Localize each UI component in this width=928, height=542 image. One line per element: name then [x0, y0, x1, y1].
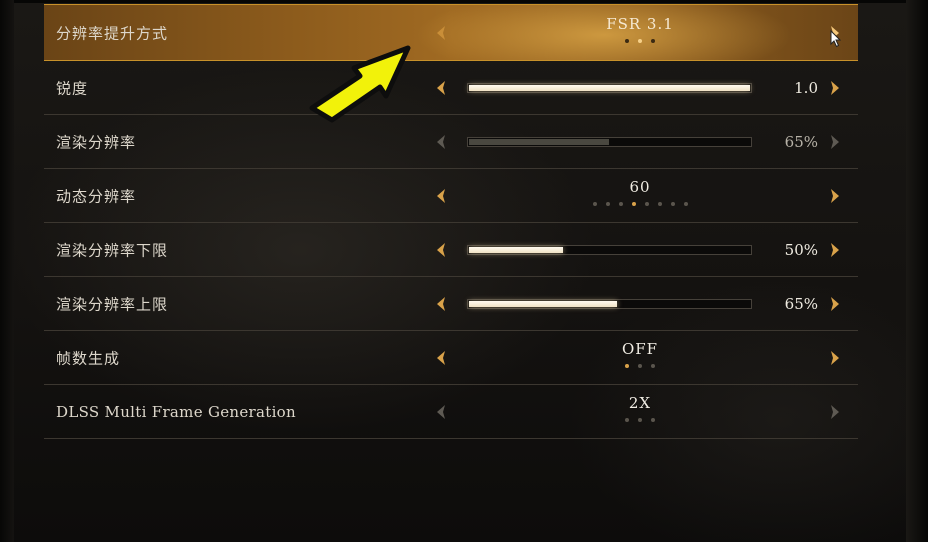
chevron-left-icon[interactable] [434, 241, 448, 259]
option-dot [625, 39, 629, 43]
graphics-settings-screen: 分辨率提升方式 FSR 3.1 锐度 1.0 渲染分辨率 65% 动态分辨率 6… [0, 0, 928, 542]
setting-row-render-resolution: 渲染分辨率 65% [44, 115, 858, 169]
chevron-right-icon [828, 133, 842, 151]
setting-value: 1.0 [794, 78, 818, 97]
option-dot [605, 202, 610, 206]
option-dot [638, 364, 642, 368]
setting-row-upscaling-method[interactable]: 分辨率提升方式 FSR 3.1 [44, 4, 858, 61]
option-dot [625, 418, 629, 422]
setting-value: 65% [784, 132, 818, 151]
chevron-right-icon[interactable] [828, 79, 842, 97]
slider-fill [469, 138, 609, 145]
render-resolution-max-slider[interactable] [467, 298, 752, 309]
setting-row-render-resolution-max[interactable]: 渲染分辨率上限 65% [44, 277, 858, 331]
setting-value: 2X [628, 394, 652, 412]
option-dot [644, 202, 649, 206]
chevron-left-icon [434, 403, 448, 421]
chevron-right-icon[interactable] [828, 295, 842, 313]
sharpness-slider[interactable] [467, 82, 752, 93]
option-dot-active [625, 364, 629, 368]
option-dot [638, 418, 642, 422]
right-frame [906, 0, 928, 542]
render-resolution-slider [467, 136, 752, 147]
slider-fill [469, 246, 564, 253]
slider-fill [469, 300, 617, 307]
option-dots [564, 39, 716, 43]
mouse-pointer-icon [830, 30, 842, 48]
option-dot-active [638, 39, 642, 43]
option-dot [651, 364, 655, 368]
option-dots [564, 202, 716, 206]
setting-label: 动态分辨率 [56, 187, 137, 205]
setting-label: 分辨率提升方式 [56, 24, 169, 42]
chevron-left-icon[interactable] [434, 187, 448, 205]
option-dot [651, 39, 655, 43]
left-frame [0, 0, 14, 542]
option-dot-active [631, 202, 636, 206]
option-dot [683, 202, 688, 206]
setting-label: DLSS Multi Frame Generation [56, 402, 296, 421]
chevron-right-icon[interactable] [828, 187, 842, 205]
setting-row-frame-generation[interactable]: 帧数生成 OFF [44, 331, 858, 385]
chevron-right-icon[interactable] [828, 241, 842, 259]
setting-row-sharpness[interactable]: 锐度 1.0 [44, 61, 858, 115]
setting-label: 锐度 [56, 79, 89, 97]
setting-label: 渲染分辨率下限 [56, 241, 169, 259]
setting-value: 65% [784, 294, 818, 313]
chevron-left-icon[interactable] [434, 349, 448, 367]
setting-label: 帧数生成 [56, 349, 121, 367]
chevron-right-icon[interactable] [828, 349, 842, 367]
chevron-right-icon [828, 403, 842, 421]
setting-label: 渲染分辨率上限 [56, 295, 169, 313]
option-dots [564, 418, 716, 422]
option-dot [592, 202, 597, 206]
setting-row-dlss-multi-frame-generation: DLSS Multi Frame Generation 2X [44, 385, 858, 439]
chevron-left-icon[interactable] [434, 79, 448, 97]
option-dots [564, 364, 716, 368]
top-edge [0, 0, 928, 3]
option-dot [657, 202, 662, 206]
chevron-left-icon[interactable] [434, 24, 448, 42]
option-dot [618, 202, 623, 206]
option-dot [670, 202, 675, 206]
setting-value: FSR 3.1 [606, 15, 674, 33]
yellow-arrow-annotation [309, 45, 411, 123]
settings-list: 分辨率提升方式 FSR 3.1 锐度 1.0 渲染分辨率 65% 动态分辨率 6… [44, 4, 858, 439]
chevron-left-icon[interactable] [434, 295, 448, 313]
slider-fill [469, 84, 750, 91]
chevron-left-icon [434, 133, 448, 151]
render-resolution-min-slider[interactable] [467, 244, 752, 255]
setting-row-dynamic-resolution[interactable]: 动态分辨率 60 [44, 169, 858, 223]
setting-row-render-resolution-min[interactable]: 渲染分辨率下限 50% [44, 223, 858, 277]
setting-label: 渲染分辨率 [56, 133, 137, 151]
option-dot [651, 418, 655, 422]
setting-value: 50% [784, 240, 818, 259]
setting-value: OFF [621, 340, 659, 358]
setting-value: 60 [629, 178, 651, 196]
